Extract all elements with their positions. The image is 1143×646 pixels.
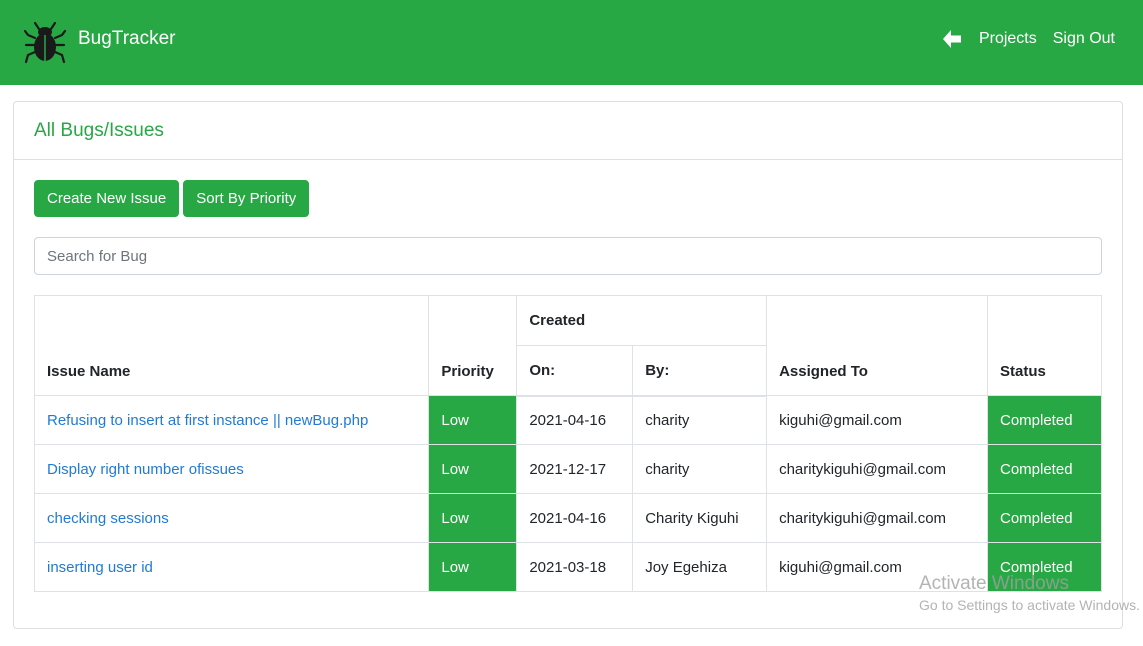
nav-link-projects[interactable]: Projects: [979, 30, 1037, 48]
table-row: Refusing to insert at first instance || …: [33, 395, 1102, 445]
header-created-by: By:: [632, 345, 768, 397]
header-created-on: On:: [516, 345, 634, 397]
header-assigned-to: Assigned To: [766, 295, 988, 396]
header-created: Created: [516, 295, 768, 346]
action-buttons: Create New Issue Sort By Priority: [34, 180, 310, 217]
issue-link[interactable]: Refusing to insert at first instance || …: [47, 412, 368, 429]
created-by-cell: charity: [632, 444, 768, 494]
top-navbar: BugTracker Projects Sign Out: [0, 0, 1143, 85]
created-by-cell: Charity Kiguhi: [632, 493, 768, 543]
header-issue-name: Issue Name: [33, 295, 430, 396]
assigned-to-cell: charitykiguhi@gmail.com: [766, 444, 988, 494]
issue-link[interactable]: Display right number ofissues: [47, 461, 244, 478]
created-on-cell: 2021-12-17: [516, 444, 634, 494]
issue-cell: checking sessions: [33, 493, 430, 543]
created-on-cell: 2021-04-16: [516, 493, 634, 543]
created-by-cell: charity: [632, 395, 768, 445]
header-priority: Priority: [428, 295, 518, 396]
issue-link[interactable]: checking sessions: [47, 510, 169, 527]
bugs-card: All Bugs/Issues Create New Issue Sort By…: [13, 101, 1123, 629]
search-input[interactable]: [34, 237, 1102, 275]
create-issue-button[interactable]: Create New Issue: [34, 180, 180, 217]
bug-icon: [23, 21, 67, 63]
card-header: All Bugs/Issues: [14, 102, 1122, 160]
issue-cell: Display right number ofissues: [33, 444, 430, 494]
issue-cell: inserting user id: [33, 542, 430, 592]
issue-link[interactable]: inserting user id: [47, 559, 153, 576]
assigned-to-cell: kiguhi@gmail.com: [766, 395, 988, 445]
nav-link-sign-out[interactable]: Sign Out: [1053, 30, 1115, 48]
nav-links: Projects Sign Out: [941, 28, 1115, 50]
priority-cell: Low: [428, 493, 518, 543]
bugs-table: Issue Name Priority Created Assigned To …: [33, 295, 1102, 592]
arrow-left-icon[interactable]: [941, 28, 963, 50]
assigned-to-cell: charitykiguhi@gmail.com: [766, 493, 988, 543]
created-by-cell: Joy Egehiza: [632, 542, 768, 592]
table-row: Display right number ofissues Low 2021-1…: [33, 444, 1102, 494]
priority-cell: Low: [428, 542, 518, 592]
table-row: inserting user id Low 2021-03-18 Joy Ege…: [33, 542, 1102, 592]
status-cell: Completed: [987, 395, 1102, 445]
assigned-to-cell: kiguhi@gmail.com: [766, 542, 988, 592]
created-on-cell: 2021-04-16: [516, 395, 634, 445]
brand-name: BugTracker: [78, 27, 176, 49]
status-cell: Completed: [987, 542, 1102, 592]
status-cell: Completed: [987, 444, 1102, 494]
header-status: Status: [987, 295, 1102, 396]
table-row: checking sessions Low 2021-04-16 Charity…: [33, 493, 1102, 543]
brand-link[interactable]: BugTracker: [22, 20, 176, 66]
priority-cell: Low: [428, 444, 518, 494]
issue-cell: Refusing to insert at first instance || …: [33, 395, 430, 445]
created-on-cell: 2021-03-18: [516, 542, 634, 592]
status-cell: Completed: [987, 493, 1102, 543]
page-title: All Bugs/Issues: [34, 119, 164, 141]
sort-by-priority-button[interactable]: Sort By Priority: [183, 180, 310, 217]
priority-cell: Low: [428, 395, 518, 445]
